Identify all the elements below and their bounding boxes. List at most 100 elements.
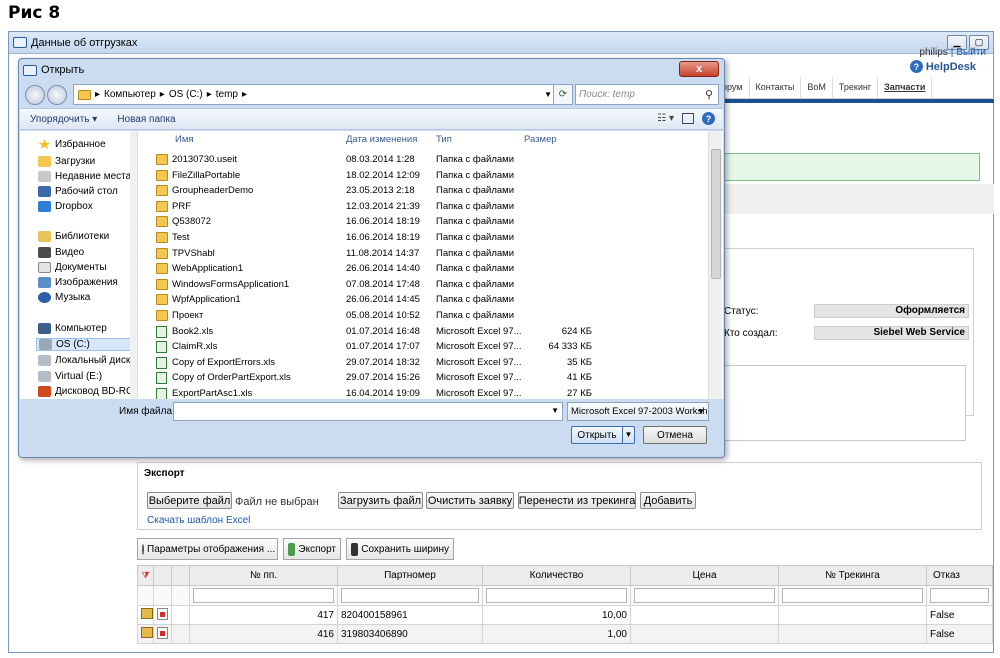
view-options-icon[interactable]: ☷ ▾ xyxy=(657,113,674,124)
col-header-quantity[interactable]: Количество xyxy=(482,565,631,586)
file-item[interactable]: Q538072 16.06.2014 18:19 Папка с файлами xyxy=(146,214,706,230)
choose-file-button[interactable]: Выберите файл xyxy=(147,492,232,509)
filter-quantity[interactable] xyxy=(482,585,631,606)
filter-tracking[interactable] xyxy=(778,585,927,606)
delete-row-icon[interactable] xyxy=(153,624,172,644)
filetype-select[interactable]: Microsoft Excel 97-2003 Worksh ▼ xyxy=(567,402,709,421)
chevron-down-icon[interactable]: ▼ xyxy=(551,406,559,415)
edit-row-icon[interactable] xyxy=(137,605,154,625)
nav-item-video[interactable]: Видео xyxy=(38,247,84,258)
nav-item-music[interactable]: Музыка xyxy=(38,292,90,303)
file-item[interactable]: ClaimR.xls 01.07.2014 17:07 Microsoft Exce… xyxy=(146,339,706,355)
file-item[interactable]: Copy of ExportErrors.xls 29.07.2014 18:32… xyxy=(146,355,706,371)
nav-bom[interactable]: BoM xyxy=(801,77,833,98)
nav-item-os-c[interactable]: OS (C:) xyxy=(36,338,136,351)
filter-num[interactable] xyxy=(189,585,338,606)
address-bar[interactable]: ▸ Компьютер ▸ OS (C:) ▸ temp ▸ ▼ xyxy=(73,84,561,105)
nav-item-desktop[interactable]: Рабочий стол xyxy=(38,186,118,197)
col-header-partnumber[interactable]: Партномер xyxy=(337,565,483,586)
nav-item-favorites[interactable]: Избранное xyxy=(38,139,106,150)
filename-input[interactable]: ▼ xyxy=(173,402,563,421)
folder-icon xyxy=(156,169,168,181)
download-template-link[interactable]: Скачать шаблон Excel xyxy=(147,515,250,526)
nav-item-label: Dropbox xyxy=(55,201,93,212)
help-icon[interactable]: ? xyxy=(702,112,715,125)
file-item[interactable]: 20130730.useit 08.03.2014 1:28 Папка с фай… xyxy=(146,152,706,168)
filter-partnumber[interactable] xyxy=(337,585,483,606)
back-icon[interactable] xyxy=(25,85,45,105)
nav-item-downloads[interactable]: Загрузки xyxy=(38,156,95,167)
nav-item-recent[interactable]: Недавние места xyxy=(38,171,131,182)
preview-pane-icon[interactable] xyxy=(682,113,694,124)
export-button[interactable]: Экспорт xyxy=(283,538,341,560)
nav-pane-scrollbar[interactable] xyxy=(130,131,137,399)
file-list-scrollbar[interactable] xyxy=(708,131,722,399)
close-icon[interactable]: x xyxy=(679,61,719,77)
file-item[interactable]: WindowsFormsApplication1 07.08.2014 17:48… xyxy=(146,277,706,293)
chevron-down-icon[interactable]: ▼ xyxy=(544,90,552,99)
nav-item-dropbox[interactable]: Dropbox xyxy=(38,201,93,212)
search-input[interactable]: Поиск: temp ⚲ xyxy=(575,84,719,105)
drive-icon xyxy=(38,355,51,366)
filter-refused[interactable] xyxy=(926,585,993,606)
nav-item-computer[interactable]: Компьютер xyxy=(38,323,107,334)
move-from-tracking-button[interactable]: Перенести из трекинга xyxy=(518,492,636,509)
forward-icon[interactable] xyxy=(47,85,67,105)
filter-price[interactable] xyxy=(630,585,779,606)
nav-tracking[interactable]: Трекинг xyxy=(833,77,879,98)
filter-clear-icon[interactable]: ⧩ xyxy=(137,565,154,586)
dialog-body: Избранное Загрузки Недавние места Рабочи… xyxy=(20,131,723,399)
nav-parts[interactable]: Запчасти xyxy=(878,77,933,98)
file-item[interactable]: ExportPartAsc1.xls 16.04.2014 19:09 Micros… xyxy=(146,386,706,399)
col-size-header[interactable]: Размер xyxy=(524,134,557,150)
col-header-tracking[interactable]: № Трекинга xyxy=(778,565,927,586)
file-item[interactable]: WebApplication1 26.06.2014 14:40 Папка с ф… xyxy=(146,261,706,277)
comment-textarea[interactable] xyxy=(716,365,966,441)
file-item[interactable]: FileZillaPortable 18.02.2014 12:09 Папка с… xyxy=(146,168,706,184)
breadcrumb-temp[interactable]: temp xyxy=(216,89,238,100)
col-date-header[interactable]: Дата изменения xyxy=(346,134,417,150)
helpdesk-link[interactable]: ? HelpDesk xyxy=(909,60,976,73)
refresh-icon[interactable]: ⟳ xyxy=(553,84,573,105)
file-item[interactable]: PRF 12.03.2014 21:39 Папка с файлами xyxy=(146,199,706,215)
col-header-num[interactable]: № пп. xyxy=(189,565,338,586)
file-item[interactable]: Test 16.06.2014 18:19 Папка с файлами xyxy=(146,230,706,246)
file-item[interactable]: Проект 05.08.2014 10:52 Папка с файлами xyxy=(146,308,706,324)
scrollbar-thumb[interactable] xyxy=(711,149,721,279)
display-params-button[interactable]: Параметры отображения ... xyxy=(137,538,278,560)
nav-item-images[interactable]: Изображения xyxy=(38,277,118,288)
file-item[interactable]: Copy of OrderPartExport.xls 29.07.2014 15… xyxy=(146,370,706,386)
nav-item-virtual-e[interactable]: Virtual (E:) xyxy=(38,371,102,382)
file-item[interactable]: Book2.xls 01.07.2014 16:48 Microsoft Excel… xyxy=(146,324,706,340)
organize-button[interactable]: Упорядочить ▾ xyxy=(20,114,107,125)
new-folder-button[interactable]: Новая папка xyxy=(107,114,185,125)
nav-contacts[interactable]: Контакты xyxy=(750,77,802,98)
nav-item-libraries[interactable]: Библиотеки xyxy=(38,231,109,242)
upload-file-button[interactable]: Загрузить файл xyxy=(338,492,423,509)
helpdesk-label: HelpDesk xyxy=(925,60,976,73)
open-button[interactable]: Открыть ▼ xyxy=(571,426,635,444)
col-header-refused[interactable]: Отказ xyxy=(926,565,993,586)
nav-item-documents[interactable]: Документы xyxy=(38,262,107,273)
recent-places-icon xyxy=(38,171,51,182)
breadcrumb-computer[interactable]: Компьютер xyxy=(104,89,156,100)
nav-item-local-disk[interactable]: Локальный диск xyxy=(38,355,130,366)
delete-row-icon[interactable] xyxy=(153,605,172,625)
cancel-button[interactable]: Отмена xyxy=(643,426,707,444)
clear-order-button[interactable]: Очистить заявку xyxy=(426,492,514,509)
file-item[interactable]: GroupheaderDemo 23.05.2013 2:18 Папка с фа… xyxy=(146,183,706,199)
col-type-header[interactable]: Тип xyxy=(436,134,452,150)
col-header-price[interactable]: Цена xyxy=(630,565,779,586)
breadcrumb-drive[interactable]: OS (C:) xyxy=(169,89,203,100)
table-row: 416 319803406890 1,00 False xyxy=(137,624,993,644)
edit-row-icon[interactable] xyxy=(137,624,154,644)
open-dropdown-icon[interactable]: ▼ xyxy=(622,427,634,443)
logout-link[interactable]: Выйти xyxy=(956,47,986,58)
file-item[interactable]: WpfApplication1 26.06.2014 14:45 Папка с ф… xyxy=(146,292,706,308)
add-button[interactable]: Добавить xyxy=(640,492,696,509)
window-icon xyxy=(13,37,27,48)
nav-item-bd-drive[interactable]: Дисковод BD-RC xyxy=(38,386,133,397)
file-item[interactable]: TPVShabl 11.08.2014 14:37 Папка с файлами xyxy=(146,246,706,262)
col-name-header[interactable]: Имя xyxy=(175,134,194,150)
save-width-button[interactable]: Сохранить ширину xyxy=(346,538,454,560)
